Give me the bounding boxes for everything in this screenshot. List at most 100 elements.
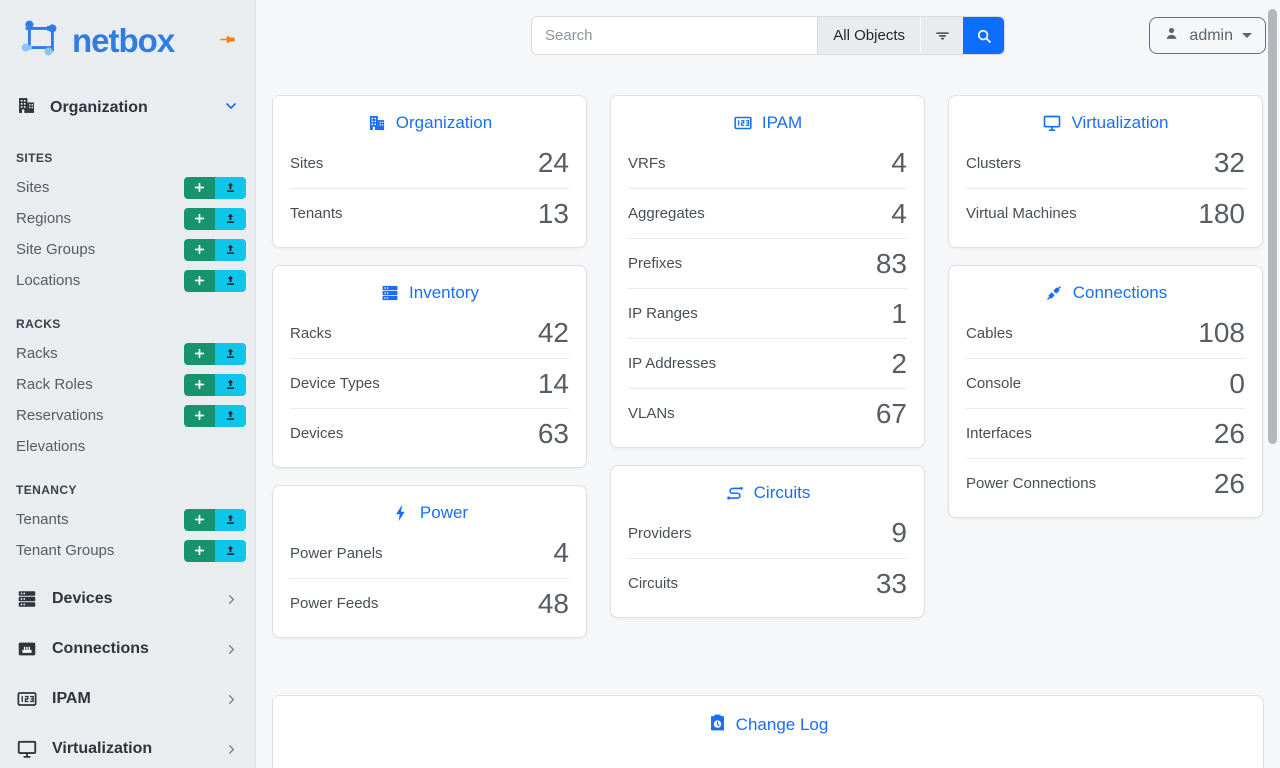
netbox-logo-icon (16, 15, 62, 61)
sidebar-groups: SITESSitesRegionsSite GroupsLocationsRAC… (0, 130, 255, 566)
scrollbar-thumb[interactable] (1268, 9, 1277, 444)
netbox-logo-icon[interactable] (16, 15, 62, 66)
sidebar-item-label: Racks (16, 345, 184, 362)
stat-value: 48 (538, 590, 569, 618)
stat-label-link[interactable]: Power Connections (966, 475, 1096, 492)
stat-label-link[interactable]: Virtual Machines (966, 205, 1077, 222)
sidebar-item-virtualization[interactable]: Virtualization (0, 724, 255, 768)
import-button[interactable] (215, 509, 246, 531)
stat-label-link[interactable]: Interfaces (966, 425, 1032, 442)
add-button[interactable] (184, 177, 215, 199)
card-title-label: Power (420, 503, 468, 523)
sidebar-collapsed-roots: DevicesConnectionsIPAMVirtualization (0, 574, 255, 768)
stat-label-link[interactable]: Power Feeds (290, 595, 378, 612)
add-button[interactable] (184, 208, 215, 230)
organization-card-title-link[interactable]: Organization (273, 96, 586, 138)
import-button[interactable] (215, 374, 246, 396)
plus-icon (193, 212, 206, 225)
stat-label-link[interactable]: Aggregates (628, 205, 705, 222)
upload-icon (224, 347, 237, 360)
search-filter-button[interactable] (920, 17, 963, 54)
stat-label-link[interactable]: Racks (290, 325, 332, 342)
import-button[interactable] (215, 208, 246, 230)
cable-icon (1044, 283, 1064, 303)
plus-icon (193, 181, 206, 194)
counter-icon (16, 688, 38, 710)
brand-wordmark[interactable]: netbox (72, 24, 174, 57)
import-button[interactable] (215, 343, 246, 365)
stat-label-link[interactable]: Power Panels (290, 545, 383, 562)
upload-icon (224, 378, 237, 391)
card-title-label: Connections (1073, 283, 1168, 303)
upload-icon (224, 181, 237, 194)
virtualization-card-title-link[interactable]: Virtualization (949, 96, 1262, 138)
sidebar-item[interactable]: Sites (0, 172, 255, 203)
stat-label-link[interactable]: Prefixes (628, 255, 682, 272)
stat-label-link[interactable]: Tenants (290, 205, 343, 222)
add-button[interactable] (184, 509, 215, 531)
stat-value: 108 (1198, 319, 1245, 347)
circuits-card-title-link[interactable]: Circuits (611, 466, 924, 508)
pin-sidebar-button[interactable] (216, 28, 239, 54)
global-search: All Objects (531, 16, 1005, 55)
stat-label-link[interactable]: IP Ranges (628, 305, 698, 322)
power-card-title-link[interactable]: Power (273, 486, 586, 528)
sidebar-item[interactable]: Site Groups (0, 234, 255, 265)
sidebar-item[interactable]: Tenant Groups (0, 535, 255, 566)
add-button[interactable] (184, 343, 215, 365)
stat-list: VRFs4Aggregates4Prefixes83IP Ranges1IP A… (611, 138, 924, 447)
sidebar-item[interactable]: Elevations (0, 431, 255, 462)
chevron-right-icon (224, 742, 239, 757)
add-button[interactable] (184, 405, 215, 427)
import-button[interactable] (215, 177, 246, 199)
add-button[interactable] (184, 270, 215, 292)
search-submit-button[interactable] (963, 17, 1004, 54)
sidebar-item[interactable]: Regions (0, 203, 255, 234)
sidebar-item-devices[interactable]: Devices (0, 574, 255, 624)
stat-label-link[interactable]: Clusters (966, 155, 1021, 172)
stat-row: Circuits33 (628, 558, 907, 608)
user-menu-button[interactable]: admin (1149, 17, 1266, 54)
stat-label-link[interactable]: Cables (966, 325, 1013, 342)
sidebar-item-organization[interactable]: Organization (0, 86, 255, 130)
sidebar-group-heading: SITES (0, 130, 255, 172)
import-button[interactable] (215, 540, 246, 562)
stat-label-link[interactable]: IP Addresses (628, 355, 716, 372)
stat-label-link[interactable]: Device Types (290, 375, 380, 392)
sidebar-item[interactable]: Racks (0, 338, 255, 369)
import-button[interactable] (215, 270, 246, 292)
sidebar-item[interactable]: Reservations (0, 400, 255, 431)
stat-label-link[interactable]: Circuits (628, 575, 678, 592)
stat-label-link[interactable]: Console (966, 375, 1021, 392)
add-button[interactable] (184, 540, 215, 562)
stat-value: 4 (891, 149, 907, 177)
stat-label-link[interactable]: Devices (290, 425, 343, 442)
inventory-card-title-link[interactable]: Inventory (273, 266, 586, 308)
sidebar: netbox Organization SITESSitesRegionsSit… (0, 0, 256, 768)
stat-label-link[interactable]: VLANs (628, 405, 675, 422)
sidebar-item[interactable]: Tenants (0, 504, 255, 535)
ipam-card-title-link[interactable]: IPAM (611, 96, 924, 138)
sidebar-item[interactable]: Rack Roles (0, 369, 255, 400)
stat-label-link[interactable]: Providers (628, 525, 691, 542)
stat-label-link[interactable]: Sites (290, 155, 323, 172)
search-scope-dropdown[interactable]: All Objects (817, 17, 920, 54)
add-button[interactable] (184, 239, 215, 261)
column-middle: IPAMVRFs4Aggregates4Prefixes83IP Ranges1… (610, 95, 925, 635)
card-title-label: Change Log (736, 715, 829, 735)
search-input[interactable] (532, 17, 817, 54)
connections-card-title-link[interactable]: Connections (949, 266, 1262, 308)
search-icon (975, 27, 993, 45)
stat-label-link[interactable]: VRFs (628, 155, 666, 172)
sidebar-item[interactable]: Locations (0, 265, 255, 296)
sidebar-item-ipam[interactable]: IPAM (0, 674, 255, 724)
chevron-right-icon (224, 642, 239, 657)
sidebar-item-connections[interactable]: Connections (0, 624, 255, 674)
plus-icon (193, 274, 206, 287)
changelog-title-link[interactable]: Change Log (273, 696, 1263, 742)
add-button[interactable] (184, 374, 215, 396)
column-left: OrganizationSites24Tenants13InventoryRac… (272, 95, 587, 655)
import-button[interactable] (215, 239, 246, 261)
stat-value: 63 (538, 420, 569, 448)
import-button[interactable] (215, 405, 246, 427)
